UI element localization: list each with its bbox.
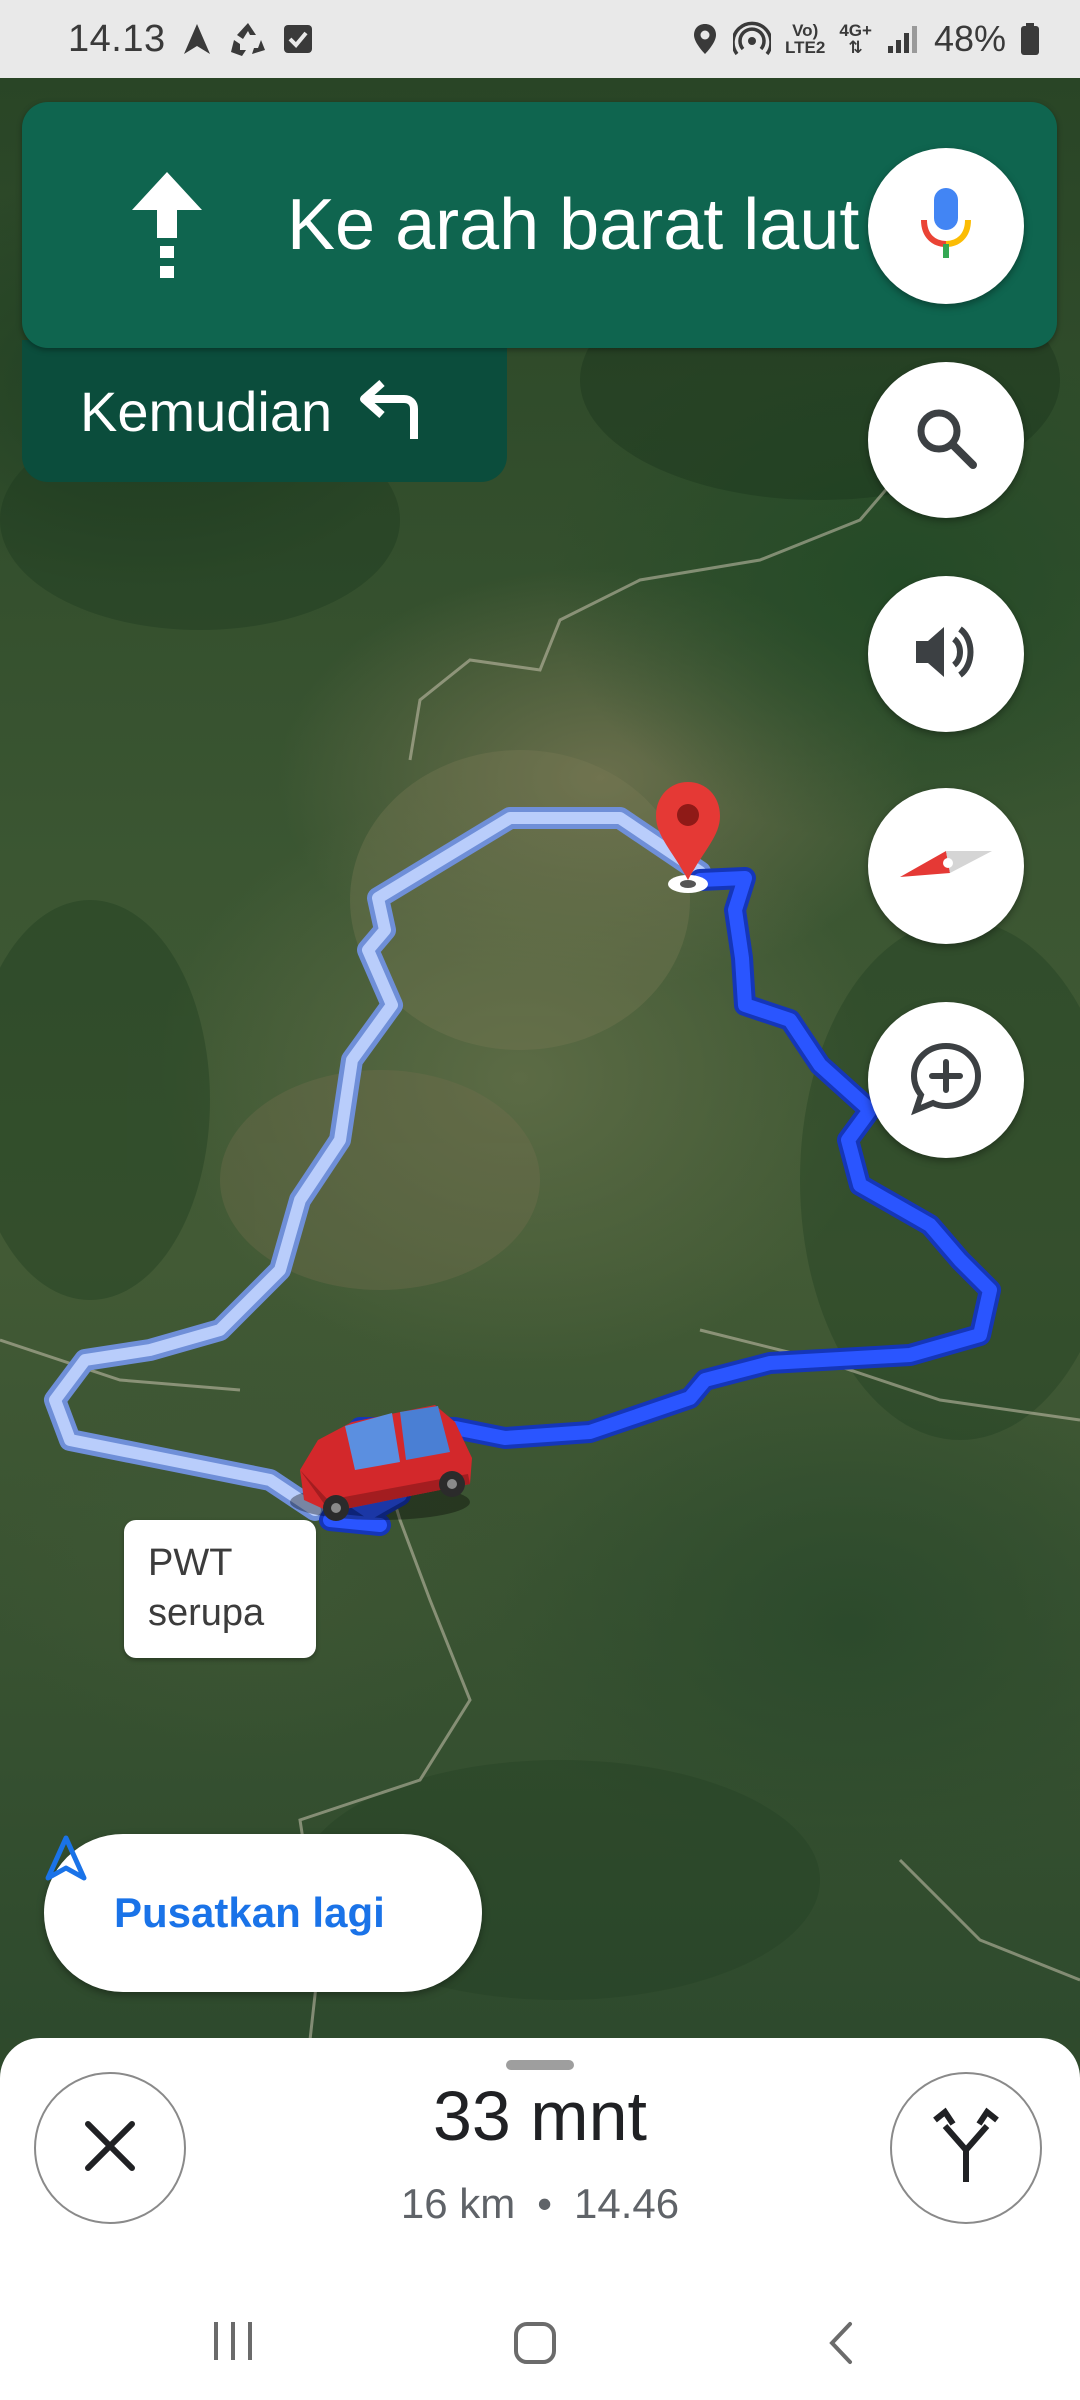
route-label-chip[interactable]: PWT serupa [124, 1520, 316, 1658]
battery-icon [1020, 22, 1040, 56]
route-label-line2: serupa [148, 1592, 265, 1634]
trip-bottom-sheet[interactable]: 33 mnt 16 km • 14.46 [0, 2038, 1080, 2296]
route-fork-icon [931, 2106, 1001, 2191]
microphone-icon [916, 184, 976, 269]
alternate-routes-button[interactable] [890, 2072, 1042, 2224]
status-bar: 14.13 Vo) LTE2 4G+ ⇅ 48% [0, 0, 1080, 78]
volte-label: Vo) [792, 21, 819, 40]
sound-button[interactable] [868, 576, 1024, 732]
volte-indicator: Vo) LTE2 [785, 22, 825, 56]
status-time: 14.13 [68, 17, 166, 60]
add-report-icon [908, 1040, 984, 1121]
data-type-label: 4G+ [839, 21, 872, 40]
hotspot-icon [733, 21, 772, 57]
battery-percent: 48% [933, 18, 1006, 59]
home-icon [510, 2318, 560, 2373]
location-icon [691, 22, 719, 56]
next-maneuver-card[interactable]: Kemudian [22, 340, 507, 482]
recycle-icon [228, 20, 268, 58]
route-label-line1: PWT [148, 1542, 233, 1584]
trip-distance: 16 km [400, 2180, 516, 2227]
status-right: Vo) LTE2 4G+ ⇅ 48% [691, 18, 1040, 60]
arrival-time: 14.46 [573, 2180, 680, 2227]
data-arrows-icon: ⇅ [848, 38, 863, 57]
back-icon [820, 2318, 860, 2373]
compass-button[interactable] [868, 788, 1024, 944]
speaker-icon [910, 619, 982, 690]
back-button[interactable] [820, 2318, 860, 2373]
checkbox-icon [282, 23, 314, 55]
navigation-arrow-icon [180, 22, 214, 56]
search-icon [911, 403, 981, 478]
navigation-instruction: Ke arah barat laut [287, 185, 860, 265]
recent-apps-button[interactable] [208, 2318, 258, 2369]
recenter-button[interactable]: Pusatkan lagi [44, 1834, 482, 1992]
car-location-icon [290, 1405, 472, 1521]
drag-handle[interactable] [506, 2060, 574, 2070]
recent-apps-icon [208, 2318, 258, 2369]
data-indicator: 4G+ ⇅ [839, 22, 872, 56]
then-label: Kemudian [80, 379, 333, 443]
voice-search-button[interactable] [868, 148, 1024, 304]
separator-dot: • [537, 2180, 552, 2227]
recenter-label: Pusatkan lagi [114, 1889, 385, 1936]
lte-label: LTE2 [785, 38, 826, 57]
signal-icon [886, 24, 920, 54]
add-report-button[interactable] [868, 1002, 1024, 1158]
status-left: 14.13 [68, 18, 314, 61]
turn-left-icon [354, 377, 426, 446]
straight-arrow-icon [122, 166, 212, 291]
search-button[interactable] [868, 362, 1024, 518]
system-navigation-bar [0, 2296, 1080, 2400]
home-button[interactable] [510, 2318, 560, 2373]
compass-icon [896, 839, 996, 894]
